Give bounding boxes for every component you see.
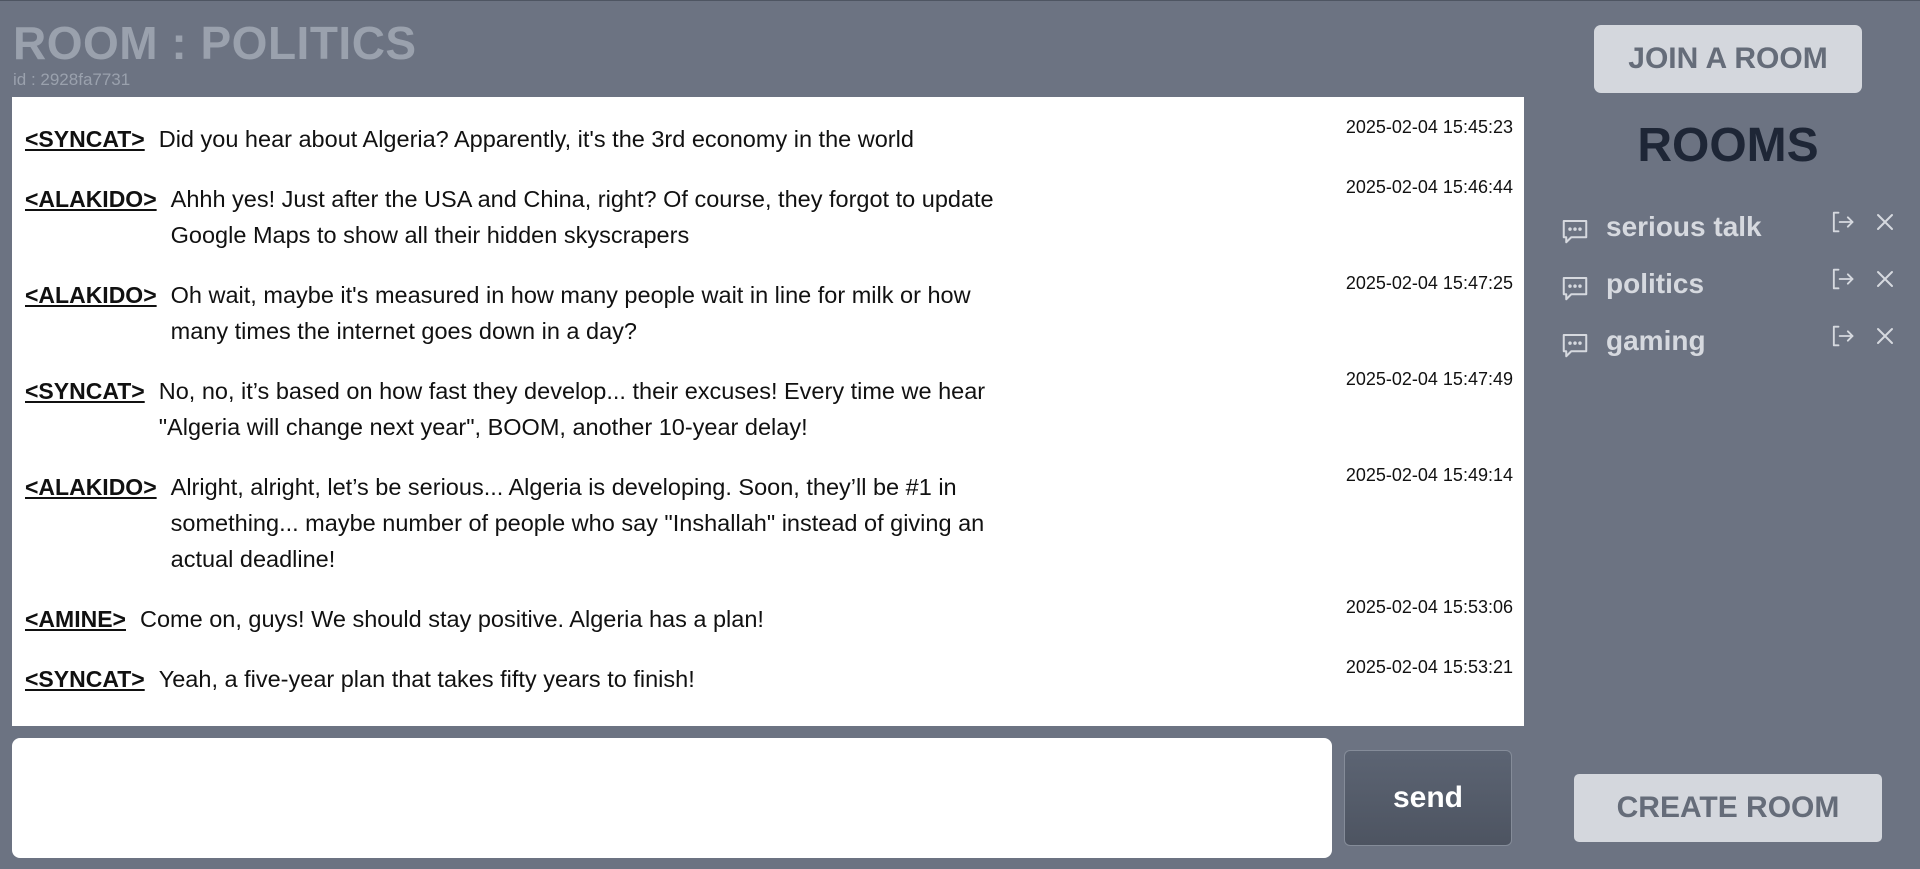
room-id: id : 2928fa7731 bbox=[13, 70, 131, 89]
message-timestamp: 2025-02-04 15:49:14 bbox=[1345, 465, 1513, 485]
message-text: Yeah, a five-year plan that takes fifty … bbox=[158, 666, 695, 692]
message-row: <SYNCAT> Did you hear about Algeria? App… bbox=[12, 117, 1524, 157]
message-text: Ahhh yes! Just after the USA and China, … bbox=[170, 186, 994, 248]
message-input[interactable] bbox=[12, 738, 1332, 858]
room-title: ROOM : POLITICS bbox=[13, 17, 417, 69]
room-name[interactable]: politics bbox=[1606, 268, 1704, 300]
message-author[interactable]: <SYNCAT> bbox=[25, 373, 145, 409]
message-text: Did you hear about Algeria? Apparently, … bbox=[158, 126, 914, 152]
close-icon[interactable] bbox=[1873, 210, 1897, 234]
chat-bubble-icon bbox=[1562, 276, 1588, 300]
message-timestamp: 2025-02-04 15:47:25 bbox=[1345, 273, 1513, 293]
message-timestamp: 2025-02-04 15:47:49 bbox=[1345, 369, 1513, 389]
message-text: Alright, alright, let’s be serious... Al… bbox=[170, 474, 985, 572]
message-author[interactable]: <ALAKIDO> bbox=[25, 181, 157, 217]
message-row: <ALAKIDO> Oh wait, maybe it's measured i… bbox=[12, 273, 1524, 349]
message-author[interactable]: <SYNCAT> bbox=[25, 661, 145, 697]
room-list: serious talk politics gaming bbox=[1558, 198, 1898, 369]
message-text: Oh wait, maybe it's measured in how many… bbox=[170, 282, 971, 344]
message-timestamp: 2025-02-04 15:45:23 bbox=[1345, 117, 1513, 137]
chat-bubble-icon bbox=[1562, 333, 1588, 357]
message-text: Come on, guys! We should stay positive. … bbox=[139, 606, 764, 632]
rooms-heading: ROOMS bbox=[1637, 119, 1819, 172]
message-author[interactable]: <ALAKIDO> bbox=[25, 469, 157, 505]
send-button[interactable]: send bbox=[1344, 750, 1512, 846]
message-author[interactable]: <AMINE> bbox=[25, 601, 126, 637]
message-row: <SYNCAT> No, no, it’s based on how fast … bbox=[12, 369, 1524, 445]
message-row: <SYNCAT> Yeah, a five-year plan that tak… bbox=[12, 657, 1524, 697]
close-icon[interactable] bbox=[1873, 324, 1897, 348]
close-icon[interactable] bbox=[1873, 267, 1897, 291]
create-room-button[interactable]: CREATE ROOM bbox=[1574, 774, 1882, 842]
message-timestamp: 2025-02-04 15:53:06 bbox=[1345, 597, 1513, 617]
top-border bbox=[0, 0, 1920, 1]
message-row: <ALAKIDO> Alright, alright, let’s be ser… bbox=[12, 465, 1524, 577]
room-item[interactable]: serious talk bbox=[1558, 198, 1898, 255]
enter-room-icon[interactable] bbox=[1828, 208, 1856, 236]
message-list[interactable]: <SYNCAT> Did you hear about Algeria? App… bbox=[12, 97, 1524, 726]
message-row: <ALAKIDO> Ahhh yes! Just after the USA a… bbox=[12, 177, 1524, 253]
chat-bubble-icon bbox=[1562, 219, 1588, 243]
enter-room-icon[interactable] bbox=[1828, 265, 1856, 293]
message-timestamp: 2025-02-04 15:46:44 bbox=[1345, 177, 1513, 197]
message-text: No, no, it’s based on how fast they deve… bbox=[158, 378, 986, 440]
join-room-button[interactable]: JOIN A ROOM bbox=[1594, 25, 1862, 93]
message-author[interactable]: <ALAKIDO> bbox=[25, 277, 157, 313]
message-author[interactable]: <SYNCAT> bbox=[25, 121, 145, 157]
room-name[interactable]: gaming bbox=[1606, 325, 1706, 357]
room-name[interactable]: serious talk bbox=[1606, 211, 1762, 243]
message-timestamp: 2025-02-04 15:53:21 bbox=[1345, 657, 1513, 677]
room-item[interactable]: politics bbox=[1558, 255, 1898, 312]
enter-room-icon[interactable] bbox=[1828, 322, 1856, 350]
room-item[interactable]: gaming bbox=[1558, 312, 1898, 369]
message-row: <AMINE> Come on, guys! We should stay po… bbox=[12, 597, 1524, 637]
